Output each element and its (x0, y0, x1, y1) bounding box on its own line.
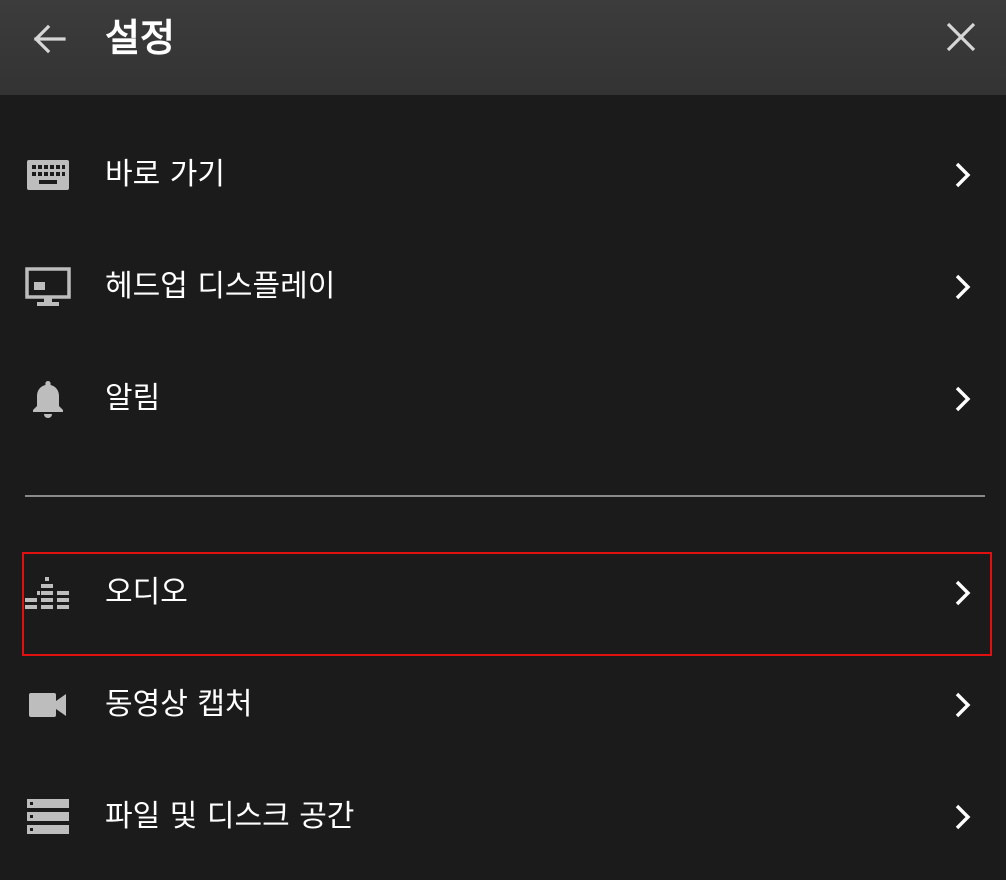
menu-item-shortcuts[interactable]: 바로 가기 (0, 125, 1006, 225)
chevron-right-icon (940, 377, 984, 421)
storage-icon (20, 789, 76, 845)
menu-item-files-storage[interactable]: 파일 및 디스크 공간 (0, 767, 1006, 867)
menu-item-hud[interactable]: 헤드업 디스플레이 (0, 237, 1006, 337)
close-icon (945, 21, 977, 57)
back-button[interactable] (20, 12, 78, 70)
section-divider (25, 495, 985, 497)
menu-item-notifications[interactable]: 알림 (0, 349, 1006, 449)
chevron-right-icon (940, 153, 984, 197)
menu-item-label: 헤드업 디스플레이 (105, 269, 336, 304)
arrow-left-icon (31, 21, 67, 61)
chevron-right-icon (940, 683, 984, 727)
menu-item-label: 오디오 (105, 575, 188, 610)
bell-icon (20, 371, 76, 427)
menu-item-label: 바로 가기 (105, 157, 225, 192)
menu-item-label: 알림 (105, 381, 161, 416)
menu-item-video-capture[interactable]: 동영상 캡처 (0, 655, 1006, 755)
menu-item-label: 동영상 캡처 (105, 687, 253, 722)
chevron-right-icon (940, 265, 984, 309)
keyboard-icon (20, 147, 76, 203)
chevron-right-icon (940, 795, 984, 839)
menu-item-label: 파일 및 디스크 공간 (105, 799, 355, 834)
menu-item-audio[interactable]: 오디오 (0, 543, 1006, 643)
equalizer-icon (20, 565, 76, 621)
header-bar: 설정 (0, 0, 1006, 95)
page-title: 설정 (105, 16, 175, 60)
close-button[interactable] (932, 10, 990, 68)
chevron-right-icon (940, 571, 984, 615)
monitor-icon (20, 259, 76, 315)
video-camera-icon (20, 677, 76, 733)
